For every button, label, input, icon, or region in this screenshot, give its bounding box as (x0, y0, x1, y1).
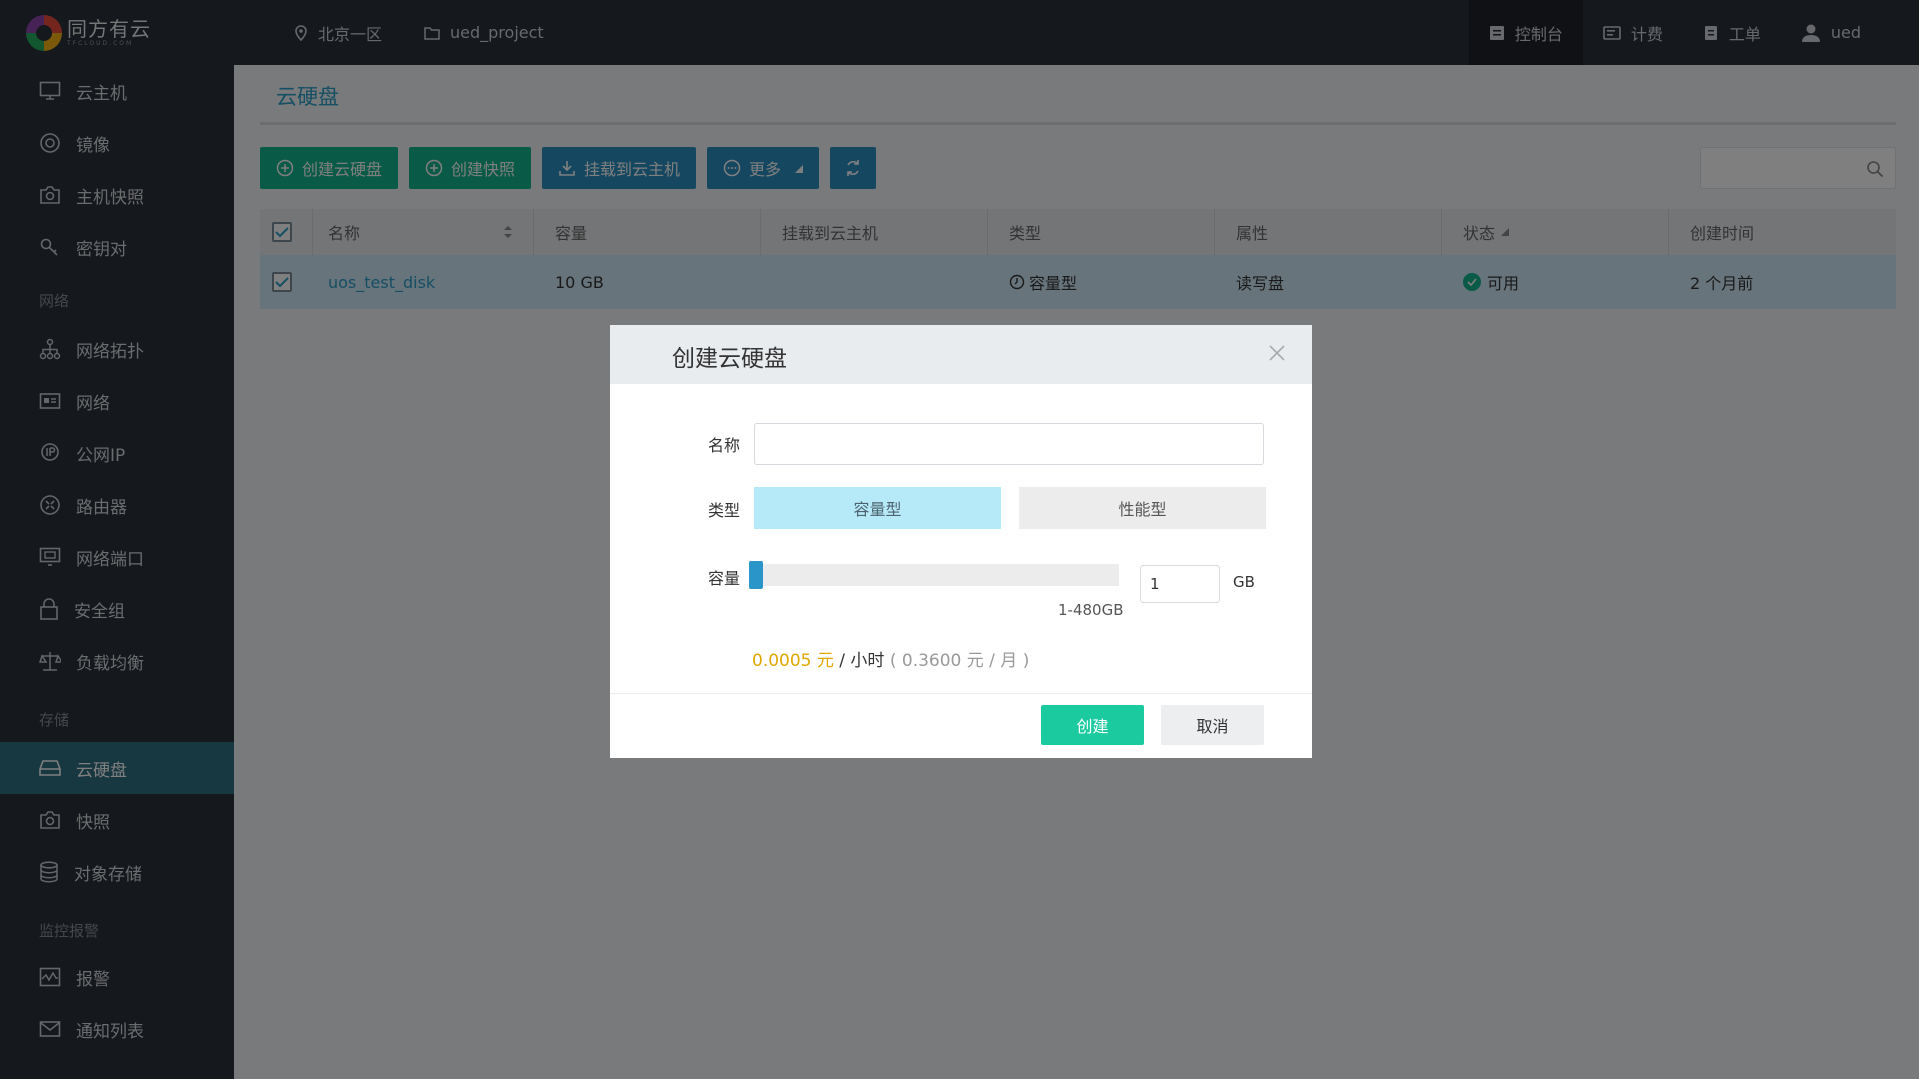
close-button[interactable] (1268, 344, 1286, 366)
cancel-button[interactable]: 取消 (1161, 705, 1264, 745)
disk-name-input[interactable] (754, 423, 1264, 465)
capacity-input[interactable]: 1 (1140, 565, 1220, 603)
capacity-label: 容量 (708, 569, 741, 588)
capacity-unit: GB (1233, 573, 1255, 591)
price-monthly: ( 0.3600 元 / 月 ) (884, 651, 1030, 671)
capacity-slider-track[interactable] (749, 564, 1119, 586)
type-option-capacity[interactable]: 容量型 (754, 487, 1001, 529)
create-button[interactable]: 创建 (1041, 705, 1144, 745)
type-option-performance[interactable]: 性能型 (1019, 487, 1266, 529)
capacity-range: 1-480GB (1058, 601, 1124, 619)
dialog-title: 创建云硬盘 (672, 346, 787, 372)
name-label: 名称 (708, 436, 741, 455)
price-hourly-unit: / 小时 (833, 651, 885, 671)
close-icon (1269, 345, 1285, 361)
price-hourly: 0.0005 元 (752, 651, 834, 671)
dialog-footer-divider (610, 693, 1312, 694)
capacity-slider-handle[interactable] (749, 561, 763, 589)
type-label: 类型 (708, 501, 741, 520)
create-disk-dialog: 创建云硬盘 名称 类型 容量型 性能型 容量 1-480GB 1 GB 0.00… (610, 325, 1312, 758)
price-summary: 0.0005 元 / 小时 ( 0.3600 元 / 月 ) (752, 646, 1029, 671)
dialog-header: 创建云硬盘 (610, 325, 1312, 384)
